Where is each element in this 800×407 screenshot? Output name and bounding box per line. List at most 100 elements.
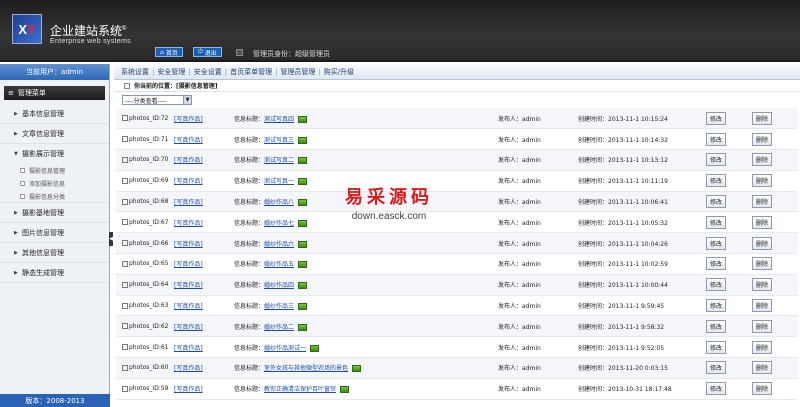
row-category-link[interactable]: [写真作品] bbox=[174, 157, 203, 164]
edit-button[interactable]: 修改 bbox=[706, 153, 727, 167]
row-category-link[interactable]: [写真作品] bbox=[174, 199, 203, 206]
row-title-link[interactable]: 婚纱作品八 bbox=[264, 199, 294, 206]
row-checkbox[interactable] bbox=[122, 344, 128, 351]
edit-button[interactable]: 修改 bbox=[706, 361, 727, 375]
row-checkbox[interactable] bbox=[122, 219, 128, 226]
row-checkbox[interactable] bbox=[122, 364, 128, 371]
sidebar-subitem-photo-manage[interactable]: 摄影信息管理 bbox=[0, 164, 109, 177]
row-title-link[interactable]: 测试写真二 bbox=[264, 157, 294, 164]
row-checkbox[interactable] bbox=[122, 260, 128, 267]
sidebar-item-static[interactable]: ▶ 静态生成管理 bbox=[0, 263, 109, 283]
row-checkbox[interactable] bbox=[122, 136, 128, 143]
image-icon[interactable] bbox=[310, 344, 320, 352]
row-title-link[interactable]: 婚纱作品二 bbox=[264, 324, 294, 331]
image-icon[interactable] bbox=[298, 323, 308, 331]
image-icon[interactable] bbox=[298, 136, 308, 144]
row-title-link[interactable]: 婚纱作品六 bbox=[264, 241, 294, 248]
delete-button[interactable]: 删除 bbox=[752, 319, 773, 333]
row-title-link[interactable]: 测试写真一 bbox=[264, 178, 294, 185]
row-checkbox[interactable] bbox=[122, 323, 128, 330]
edit-button[interactable]: 修改 bbox=[706, 215, 727, 229]
edit-button[interactable]: 修改 bbox=[706, 174, 727, 188]
image-icon[interactable] bbox=[298, 240, 308, 248]
delete-button[interactable]: 删除 bbox=[752, 195, 773, 209]
edit-button[interactable]: 修改 bbox=[706, 132, 727, 146]
sidebar-subitem-photo-category[interactable]: 摄影信息分类 bbox=[0, 190, 109, 203]
row-category-link[interactable]: [写真作品] bbox=[174, 116, 203, 123]
edit-button[interactable]: 修改 bbox=[706, 319, 727, 333]
row-category-link[interactable]: [写真作品] bbox=[174, 365, 203, 372]
sidebar-item-articles[interactable]: ▶ 文章信息管理 bbox=[0, 124, 109, 144]
delete-button[interactable]: 删除 bbox=[752, 278, 773, 292]
edit-button[interactable]: 修改 bbox=[706, 257, 727, 271]
sidebar-item-basic-info[interactable]: ▶ 基本信息管理 bbox=[0, 104, 109, 124]
row-title-link[interactable]: 婚纱作品七 bbox=[264, 220, 294, 227]
image-icon[interactable] bbox=[298, 282, 308, 290]
image-icon[interactable] bbox=[298, 157, 308, 165]
image-icon[interactable] bbox=[298, 303, 308, 311]
delete-button[interactable]: 删除 bbox=[752, 132, 773, 146]
row-checkbox[interactable] bbox=[122, 385, 128, 392]
row-category-link[interactable]: [写真作品] bbox=[174, 241, 203, 248]
row-title-link[interactable]: 婚纱作品三 bbox=[264, 303, 294, 310]
edit-button[interactable]: 修改 bbox=[706, 195, 727, 209]
delete-button[interactable]: 删除 bbox=[752, 382, 773, 396]
delete-button[interactable]: 删除 bbox=[752, 299, 773, 313]
delete-button[interactable]: 删除 bbox=[752, 111, 773, 125]
row-category-link[interactable]: [写真作品] bbox=[174, 261, 203, 268]
logout-button[interactable]: ⏻ 退出 bbox=[193, 47, 222, 57]
row-checkbox[interactable] bbox=[122, 177, 128, 184]
row-category-link[interactable]: [写真作品] bbox=[174, 386, 203, 393]
nav-admin-manage[interactable]: 管理员管理 bbox=[277, 67, 318, 77]
nav-home-menu[interactable]: 首页菜单管理 bbox=[227, 67, 275, 77]
row-title-link[interactable]: 测试写真四 bbox=[264, 116, 294, 123]
delete-button[interactable]: 删除 bbox=[752, 215, 773, 229]
row-category-link[interactable]: [写真作品] bbox=[174, 324, 203, 331]
sidebar-item-images[interactable]: ▶ 图片信息管理 bbox=[0, 223, 109, 243]
row-checkbox[interactable] bbox=[122, 156, 128, 163]
row-category-link[interactable]: [写真作品] bbox=[174, 137, 203, 144]
row-checkbox[interactable] bbox=[122, 198, 128, 205]
delete-button[interactable]: 删除 bbox=[752, 153, 773, 167]
edit-button[interactable]: 修改 bbox=[706, 299, 727, 313]
row-checkbox[interactable] bbox=[122, 302, 128, 309]
row-title-link[interactable]: 婚纱作品四 bbox=[264, 282, 294, 289]
sidebar-item-photo-display[interactable]: ▼ 摄影展示管理 bbox=[0, 144, 109, 164]
edit-button[interactable]: 修改 bbox=[706, 278, 727, 292]
edit-button[interactable]: 修改 bbox=[706, 382, 727, 396]
delete-button[interactable]: 删除 bbox=[752, 361, 773, 375]
delete-button[interactable]: 删除 bbox=[752, 257, 773, 271]
edit-button[interactable]: 修改 bbox=[706, 236, 727, 250]
row-category-link[interactable]: [写真作品] bbox=[174, 345, 203, 352]
nav-security-settings[interactable]: 安全设置 bbox=[191, 67, 225, 77]
delete-button[interactable]: 删除 bbox=[752, 236, 773, 250]
image-icon[interactable] bbox=[298, 115, 308, 123]
row-title-link[interactable]: 室外女孩与其他微型农场的景色 bbox=[264, 365, 348, 372]
nav-buy-upgrade[interactable]: 购买/升级 bbox=[321, 67, 357, 77]
image-icon[interactable] bbox=[298, 219, 308, 227]
edit-button[interactable]: 修改 bbox=[706, 340, 727, 354]
row-title-link[interactable]: 教你正确清洁保护百叶窗帘 bbox=[264, 386, 336, 393]
sidebar-subitem-photo-add[interactable]: 添加摄影信息 bbox=[0, 177, 109, 190]
delete-button[interactable]: 删除 bbox=[752, 174, 773, 188]
image-icon[interactable] bbox=[298, 261, 308, 269]
nav-system-settings[interactable]: 系统设置 bbox=[118, 67, 152, 77]
edit-button[interactable]: 修改 bbox=[706, 111, 727, 125]
image-icon[interactable] bbox=[352, 365, 362, 373]
home-button[interactable]: ⌂ 首页 bbox=[155, 47, 183, 57]
category-filter-select[interactable]: ----分类查看---- ▼ bbox=[122, 95, 192, 105]
row-category-link[interactable]: [写真作品] bbox=[174, 220, 203, 227]
row-category-link[interactable]: [写真作品] bbox=[174, 282, 203, 289]
row-category-link[interactable]: [写真作品] bbox=[174, 303, 203, 310]
image-icon[interactable] bbox=[340, 386, 350, 394]
image-icon[interactable] bbox=[298, 199, 308, 207]
row-checkbox[interactable] bbox=[122, 240, 128, 247]
sidebar-item-other[interactable]: ▶ 其他信息管理 bbox=[0, 243, 109, 263]
row-title-link[interactable]: 测试写真三 bbox=[264, 137, 294, 144]
row-category-link[interactable]: [写真作品] bbox=[174, 178, 203, 185]
nav-security[interactable]: 安全管理 bbox=[154, 67, 188, 77]
image-icon[interactable] bbox=[298, 178, 308, 186]
delete-button[interactable]: 删除 bbox=[752, 340, 773, 354]
menu-title[interactable]: ≡ 管理菜单 bbox=[4, 86, 105, 100]
sidebar-collapse-toggle[interactable]: ◀ bbox=[109, 232, 113, 246]
